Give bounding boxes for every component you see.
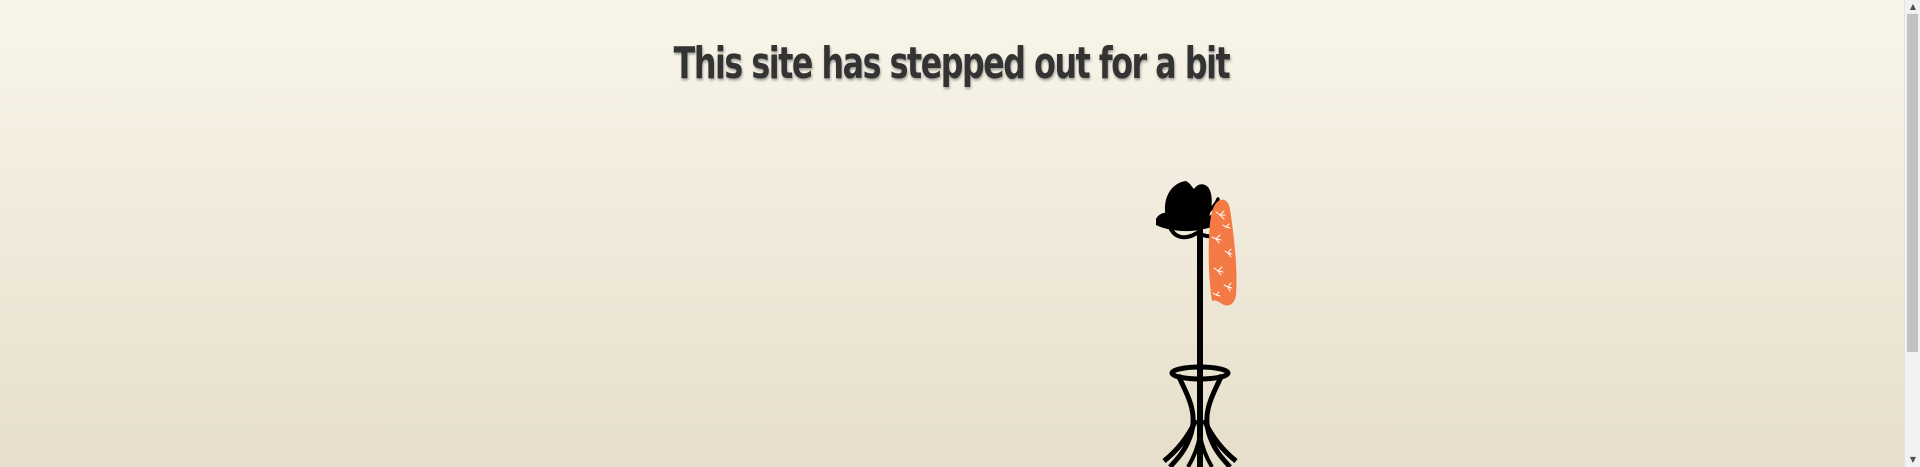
- page-background: This site has stepped out for a bit: [0, 0, 1904, 467]
- scroll-down-icon[interactable]: ▼: [1905, 453, 1920, 467]
- scroll-up-icon[interactable]: ▲: [1905, 0, 1920, 14]
- hawaiian-shirt-icon: [1208, 199, 1237, 306]
- vertical-scrollbar[interactable]: ▲ ▼: [1904, 0, 1920, 467]
- page-headline: This site has stepped out for a bit: [673, 38, 1231, 89]
- scrollbar-thumb[interactable]: [1907, 14, 1918, 352]
- coat-rack-illustration: [1156, 181, 1238, 467]
